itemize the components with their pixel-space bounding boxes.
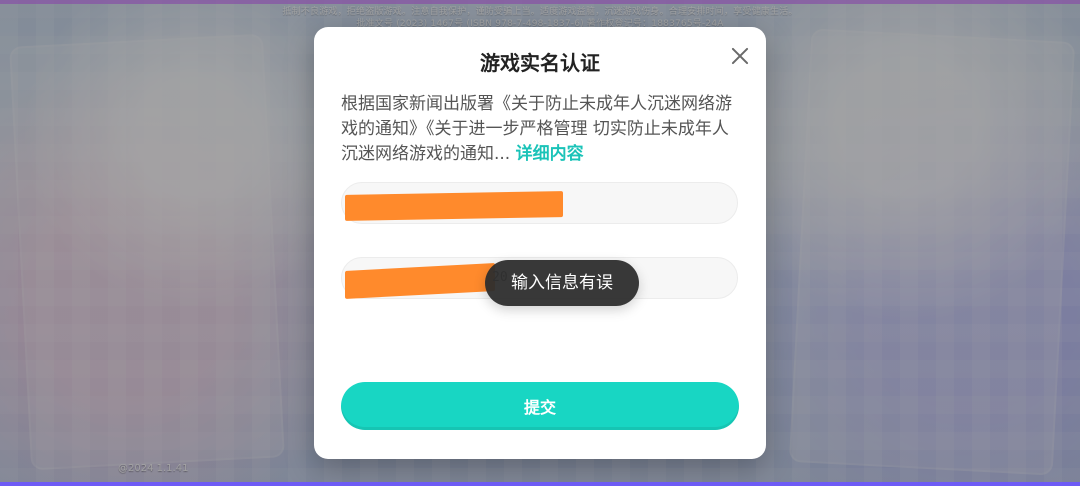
error-toast: 输入信息有误 (485, 260, 639, 306)
bottom-accent-line (0, 482, 1080, 486)
policy-notice: 根据国家新闻出版署《关于防止未成年人沉迷网络游戏的通知》《关于进一步严格管理 切… (341, 92, 739, 167)
real-name-input[interactable] (341, 182, 738, 224)
real-name-verification-dialog: 游戏实名认证 根据国家新闻出版署《关于防止未成年人沉迷网络游戏的通知》《关于进一… (314, 27, 766, 459)
game-background: 抵制不良游戏，拒绝盗版游戏。注意自我保护，谨防受骗上当。适度游戏益脑，沉迷游戏伤… (0, 0, 1080, 486)
details-link[interactable]: 详细内容 (516, 144, 584, 164)
dialog-title: 游戏实名认证 (480, 51, 600, 75)
close-icon[interactable] (728, 44, 752, 68)
submit-button[interactable]: 提交 (341, 382, 739, 430)
redaction-bar (345, 191, 563, 221)
